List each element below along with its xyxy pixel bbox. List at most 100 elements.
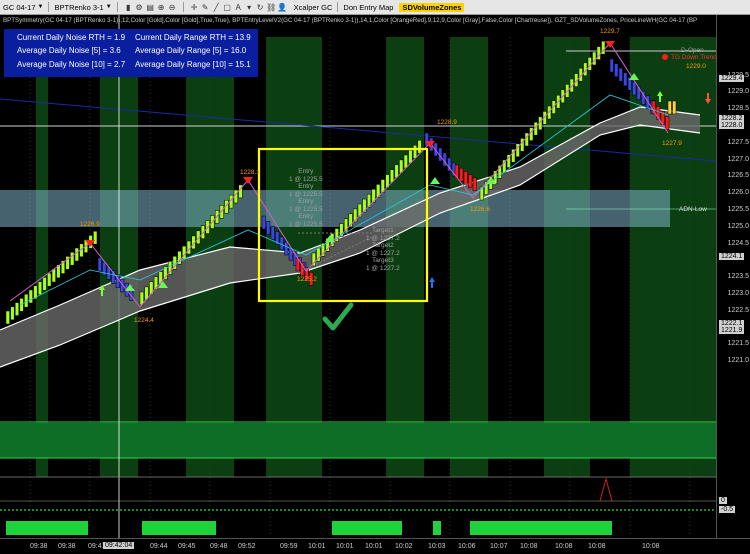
volume-zone bbox=[0, 423, 716, 458]
swing-high-label: 1228.1 bbox=[240, 169, 260, 176]
time-axis[interactable]: 09:38 09:38 09:41 09:44 09:45 09:48 09:52 09:59… bbox=[0, 538, 750, 554]
bar-chart-icon[interactable]: ▮ bbox=[123, 2, 134, 13]
price-tick-label: 1227.0 bbox=[727, 155, 749, 163]
d-open-label: D-Open bbox=[681, 47, 704, 54]
price-tick-label: 1223.5 bbox=[727, 273, 749, 281]
account-icon: 👤 bbox=[277, 2, 288, 12]
refresh-icon[interactable]: ↻ bbox=[255, 2, 266, 13]
zoom-out-icon[interactable]: ⊖ bbox=[167, 2, 178, 13]
target-label: Target1 bbox=[372, 227, 394, 234]
time-tick-label: 10:01 bbox=[308, 543, 326, 550]
time-tick-label: 10:01 bbox=[365, 543, 383, 550]
instrument-selector[interactable]: GC 04-17 ▼ bbox=[0, 0, 46, 14]
bull-brick bbox=[408, 149, 413, 164]
drawing-tool-icon[interactable]: ✎ bbox=[200, 2, 211, 13]
stat-range-5: Average Daily Range [5] = 16.0 bbox=[135, 46, 247, 55]
bear-red-brick bbox=[665, 116, 670, 130]
price-chart[interactable] bbox=[0, 15, 716, 538]
entry-price: 1 @ 1225.5 bbox=[289, 205, 323, 213]
entry-price: 1 @ 1225.5 bbox=[289, 220, 323, 228]
adn-low-label: ADN-Low bbox=[679, 206, 707, 213]
chevron-down-icon: ▼ bbox=[105, 4, 112, 10]
shapes-icon[interactable]: ▢ bbox=[222, 2, 233, 13]
chevron-down-icon[interactable]: ▾ bbox=[244, 2, 255, 13]
chevron-down-icon: ▼ bbox=[37, 4, 44, 10]
chart-toolbar: GC 04-17 ▼ BPTRenko 3-1 ▼ ▮ ⚙ ▤ ⊕ ⊖ ✛ ✎ ╱ … bbox=[0, 0, 750, 15]
daily-stats-panel: Current Daily Noise RTH = 1.9 Average Da… bbox=[4, 29, 258, 77]
target-label: Target3 bbox=[372, 257, 394, 264]
indicator-header: BPTSymmetry(GC 04-17 (BPTRenko 3-1)),12,… bbox=[3, 17, 698, 24]
entry-price: 1 @ 1225.5 bbox=[289, 175, 323, 183]
bear-brick bbox=[279, 236, 284, 251]
bull-brick bbox=[24, 293, 29, 308]
entry-label: Entry bbox=[298, 213, 314, 220]
bull-brick bbox=[524, 132, 529, 147]
bear-brick bbox=[618, 67, 623, 82]
red-dot-icon bbox=[662, 54, 668, 61]
target-price: 1 @ 1227.2 bbox=[366, 234, 400, 242]
session-column bbox=[450, 37, 488, 477]
bear-red-brick bbox=[468, 174, 473, 188]
template-icon[interactable]: ▤ bbox=[145, 2, 156, 13]
toolbar-divider bbox=[182, 2, 184, 12]
osc-histogram-bar bbox=[6, 521, 88, 535]
bull-brick bbox=[417, 140, 422, 154]
osc-histogram-bar bbox=[332, 521, 402, 535]
instrument-label: GC 04-17 bbox=[3, 2, 36, 12]
bear-brick bbox=[97, 257, 102, 272]
price-label: 1229.0 bbox=[686, 63, 706, 70]
toolbar-divider bbox=[116, 2, 118, 12]
osc-histogram-bar bbox=[470, 521, 612, 535]
link-icon[interactable]: ⛓ bbox=[266, 2, 277, 13]
time-tick-label: 10:08 bbox=[520, 543, 538, 550]
bear-brick bbox=[270, 226, 275, 240]
text-tool-icon[interactable]: A bbox=[233, 2, 244, 13]
price-tick-label: 1225.5 bbox=[727, 206, 749, 213]
toolbar-divider bbox=[337, 2, 339, 12]
time-tick-label: 10:07 bbox=[490, 543, 508, 550]
crosshair-time-box: 09:42:04 bbox=[103, 542, 135, 549]
bear-brick bbox=[266, 220, 271, 235]
line-tool-icon[interactable]: ╱ bbox=[211, 2, 222, 13]
osc-histogram-bar bbox=[142, 521, 216, 535]
settings-icon[interactable]: ⚙ bbox=[134, 2, 145, 13]
crosshair-icon[interactable]: ✛ bbox=[189, 2, 200, 13]
yellow-brick bbox=[667, 100, 672, 115]
target-label: Target2 bbox=[372, 242, 394, 249]
stat-noise-rth: Current Daily Noise RTH = 1.9 bbox=[17, 33, 126, 42]
time-tick-label: 10:08 bbox=[555, 543, 573, 550]
swing-low-label: 1226.6 bbox=[470, 206, 490, 213]
session-column bbox=[544, 37, 590, 477]
zoom-in-icon[interactable]: ⊕ bbox=[156, 2, 167, 13]
swing-low-label: 1225.2 bbox=[297, 276, 317, 283]
bull-brick bbox=[93, 230, 98, 245]
swing-low-label: 1224.4 bbox=[134, 317, 154, 324]
time-tick-label: 10:01 bbox=[336, 543, 354, 550]
osc-tick-label: 0 bbox=[719, 497, 727, 504]
price-marker-box: 1228.0 bbox=[719, 122, 745, 129]
time-tick-label: 09:38 bbox=[58, 543, 76, 550]
price-marker-box: 1224.1 bbox=[719, 253, 745, 261]
swing-high-label: 1229.7 bbox=[600, 28, 620, 35]
price-tick-label: 1226.0 bbox=[727, 189, 749, 197]
chart-type-selector[interactable]: BPTRenko 3-1 ▼ bbox=[51, 0, 114, 14]
stat-noise-10: Average Daily Noise [10] = 2.7 bbox=[17, 60, 126, 69]
time-tick-label: 10:08 bbox=[588, 543, 606, 550]
bull-brick bbox=[592, 51, 597, 66]
bull-brick bbox=[10, 306, 15, 321]
stat-noise-5: Average Daily Noise [5] = 3.6 bbox=[17, 46, 121, 55]
account-selector[interactable]: Xcalper GC bbox=[291, 0, 336, 14]
price-tick-label: 1227.5 bbox=[727, 138, 749, 146]
workspace-selector[interactable]: Don Entry Map bbox=[340, 0, 396, 14]
time-tick-label: 10:02 bbox=[395, 543, 413, 550]
bull-brick bbox=[14, 302, 20, 316]
bear-brick bbox=[284, 241, 289, 256]
price-tick-label: 1229.0 bbox=[727, 88, 749, 96]
price-tick-label: 1223.0 bbox=[727, 290, 749, 297]
bull-brick bbox=[5, 310, 10, 325]
stat-range-rth: Current Daily Range RTH = 13.9 bbox=[135, 33, 251, 42]
indicator-tab[interactable]: SDVolumeZones bbox=[396, 0, 467, 14]
price-axis[interactable]: 1229.51229.01228.51227.51227.01226.51226… bbox=[716, 15, 750, 538]
bear-brick bbox=[636, 86, 641, 100]
chart-panel[interactable]: BPTSymmetry(GC 04-17 (BPTRenko 3-1)),12,… bbox=[0, 15, 750, 538]
